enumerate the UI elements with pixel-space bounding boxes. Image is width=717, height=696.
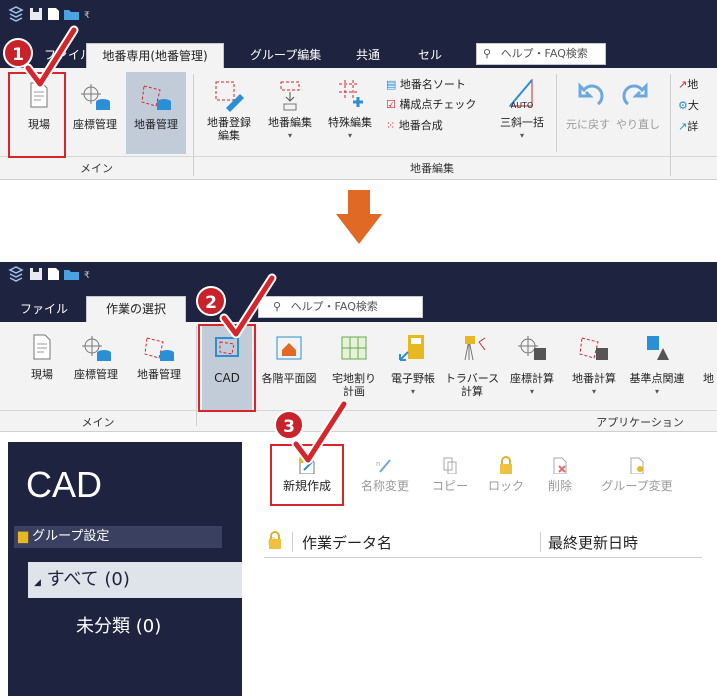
step-2-check-icon bbox=[219, 273, 277, 339]
tab-file[interactable]: ファイル bbox=[20, 297, 68, 321]
right-item-2[interactable]: ⚙大 bbox=[678, 97, 699, 115]
lock-button[interactable]: ロック bbox=[484, 456, 528, 493]
field-book-icon bbox=[399, 335, 424, 361]
chevron-down-icon: ▾ bbox=[287, 131, 292, 140]
parcel-db-icon bbox=[141, 85, 171, 110]
chiban-keisan-button[interactable]: 地番計算 ▾ bbox=[564, 334, 624, 398]
top-quick-access: ₹ bbox=[8, 6, 128, 22]
zahyo-kanri-button[interactable]: 座標管理 bbox=[66, 334, 126, 381]
parcel-db-icon bbox=[144, 337, 174, 361]
redo-button[interactable]: やり直し bbox=[612, 80, 664, 131]
column-sep bbox=[540, 532, 541, 552]
svg-text:n: n bbox=[376, 460, 380, 468]
top-separator bbox=[556, 74, 557, 152]
bottom-quick-access: ₹ bbox=[8, 266, 128, 282]
tab-chiban-senyo[interactable]: 地番専用(地番管理) bbox=[86, 43, 224, 69]
coordinate-calc-icon bbox=[518, 336, 546, 360]
column-work-data-name[interactable]: 作業データ名 bbox=[302, 532, 392, 553]
parcel-register-icon bbox=[215, 81, 244, 112]
cad-title: CAD bbox=[26, 464, 103, 505]
lock-icon bbox=[500, 456, 512, 474]
expand-icon: ◢ bbox=[34, 578, 41, 588]
chiban-kanri-button[interactable]: 地番管理 bbox=[126, 82, 186, 131]
tree-item-all[interactable]: ◢ すべて (0) bbox=[28, 562, 242, 598]
zahyo-keisan-button[interactable]: 座標計算 ▾ bbox=[502, 334, 562, 398]
step-1-check-icon bbox=[23, 25, 79, 89]
copy-icon bbox=[443, 457, 457, 474]
delete-button[interactable]: 削除 bbox=[538, 456, 582, 493]
redo-icon bbox=[622, 82, 648, 106]
control-point-icon bbox=[647, 336, 669, 360]
kijunten-kanren-button[interactable]: 基準点関連 ▾ bbox=[626, 334, 688, 398]
bottom-separator bbox=[196, 326, 197, 426]
chevron-down-icon: ▾ bbox=[654, 387, 659, 396]
top-group-main: メイン bbox=[80, 162, 113, 175]
chiban-kanri-button[interactable]: 地番管理 bbox=[128, 334, 190, 381]
lot-division-icon bbox=[341, 336, 367, 360]
bottom-help-search[interactable]: ⚲ ヘルプ・FAQ検索 bbox=[258, 296, 423, 318]
quick-access-icons[interactable]: ₹ bbox=[8, 266, 128, 282]
step-3-check-icon bbox=[291, 399, 349, 465]
check-icon: ☑ bbox=[386, 98, 396, 111]
search-icon: ⚲ bbox=[483, 47, 492, 60]
top-separator bbox=[670, 74, 671, 176]
bottom-group-divider bbox=[0, 410, 717, 411]
merge-icon: ⁙ bbox=[386, 119, 396, 132]
undo-icon bbox=[578, 82, 604, 106]
tokushu-henshu-button[interactable]: 特殊編集 ▾ bbox=[322, 78, 378, 142]
traverse-icon bbox=[464, 336, 486, 361]
top-group-divider bbox=[0, 156, 717, 157]
group-change-button[interactable]: グループ変更 bbox=[592, 456, 682, 493]
chiban-henshu-button[interactable]: 地番編集 ▾ bbox=[262, 78, 318, 142]
down-arrow-icon bbox=[336, 190, 382, 244]
top-help-search[interactable]: ⚲ ヘルプ・FAQ検索 bbox=[476, 43, 606, 65]
delete-icon bbox=[553, 457, 567, 474]
chevron-down-icon: ▾ bbox=[410, 387, 415, 396]
tab-sagyo-sentaku[interactable]: 作業の選択 bbox=[86, 296, 186, 322]
group-change-icon bbox=[630, 457, 644, 474]
right-item-3[interactable]: ↗詳 bbox=[678, 118, 698, 136]
takuchi-wari-button[interactable]: 宅地割り 計画 bbox=[326, 334, 382, 398]
column-last-updated[interactable]: 最終更新日時 bbox=[548, 532, 638, 553]
traverse-keisan-button[interactable]: トラバース 計算 bbox=[444, 334, 500, 398]
tab-cell[interactable]: セル bbox=[418, 43, 442, 67]
undo-button[interactable]: 元に戻す bbox=[560, 80, 616, 131]
chiban-gosei-button[interactable]: ⁙ 地番合成 bbox=[386, 117, 443, 135]
quick-access-icons[interactable]: ₹ bbox=[8, 6, 128, 22]
svg-text:₹: ₹ bbox=[84, 11, 90, 21]
lock-column-icon bbox=[269, 531, 281, 549]
chevron-down-icon: ▾ bbox=[529, 387, 534, 396]
rename-icon: n bbox=[376, 459, 391, 473]
more-button[interactable]: 地 bbox=[703, 370, 714, 388]
sort-icon: ▤ bbox=[386, 78, 397, 91]
chevron-down-icon: ▾ bbox=[519, 131, 524, 140]
document-icon bbox=[33, 334, 51, 360]
sansha-ikkatsu-button[interactable]: AUTO 三斜一括 ▾ bbox=[494, 76, 550, 142]
column-sep bbox=[292, 532, 293, 552]
bottom-group-application: アプリケーション bbox=[596, 416, 684, 429]
parcel-edit-icon bbox=[280, 81, 300, 111]
denshi-yacho-button[interactable]: 電子野帳 ▾ bbox=[384, 334, 442, 398]
right-item-1[interactable]: ↗地 bbox=[678, 76, 698, 94]
parcel-calc-icon bbox=[579, 337, 608, 360]
rename-button[interactable]: n 名称変更 bbox=[352, 456, 418, 493]
folder-gear-icon: ▆ bbox=[18, 529, 28, 544]
chiban-toroku-button[interactable]: 地番登録 編集 bbox=[198, 78, 260, 142]
group-settings[interactable]: ▆ グループ設定 bbox=[14, 526, 222, 548]
bottom-group-main: メイン bbox=[81, 416, 115, 429]
chevron-down-icon: ▾ bbox=[591, 387, 596, 396]
tab-group-edit[interactable]: グループ編集 bbox=[250, 43, 321, 67]
copy-button[interactable]: コピー bbox=[428, 456, 472, 493]
genba-button[interactable]: 現場 bbox=[22, 334, 62, 381]
coordinate-db-icon bbox=[82, 336, 111, 361]
koseiten-check-button[interactable]: ☑ 構成点チェック bbox=[386, 96, 476, 114]
top-group-chiban-henshu: 地番編集 bbox=[410, 162, 454, 175]
chiban-sort-button[interactable]: ▤ 地番名ソート bbox=[386, 76, 466, 94]
chevron-down-icon: ▾ bbox=[347, 131, 352, 140]
svg-text:₹: ₹ bbox=[84, 271, 90, 281]
tab-common[interactable]: 共通 bbox=[356, 43, 380, 67]
special-edit-icon bbox=[339, 80, 363, 107]
coordinate-db-icon bbox=[81, 84, 110, 110]
tree-item-uncategorized[interactable]: 未分類 (0) bbox=[76, 612, 161, 638]
